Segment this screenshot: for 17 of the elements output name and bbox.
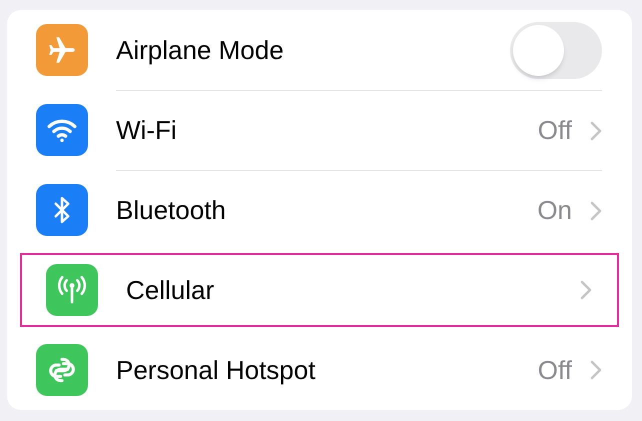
settings-row[interactable]: Bluetooth On	[7, 170, 632, 250]
chevron-icon	[580, 280, 592, 300]
setting-label: Personal Hotspot	[116, 354, 316, 386]
chevron-icon	[590, 360, 602, 380]
settings-row[interactable]: Cellular	[17, 250, 622, 330]
setting-label: Airplane Mode	[116, 34, 285, 66]
setting-label: Wi-Fi	[116, 114, 178, 147]
setting-label: Cellular	[126, 274, 216, 306]
chevron-icon	[590, 120, 602, 140]
setting-value: Off	[538, 114, 572, 147]
setting-label: Bluetooth	[116, 194, 227, 227]
setting-value: Off	[538, 354, 572, 386]
setting-value: On	[537, 194, 572, 227]
settings-row[interactable]: Wi-Fi Off	[7, 90, 632, 170]
chevron-icon	[590, 200, 602, 220]
settings-row[interactable]: Airplane Mode	[7, 10, 632, 90]
settings-row[interactable]: Personal Hotspot Off	[7, 330, 632, 410]
